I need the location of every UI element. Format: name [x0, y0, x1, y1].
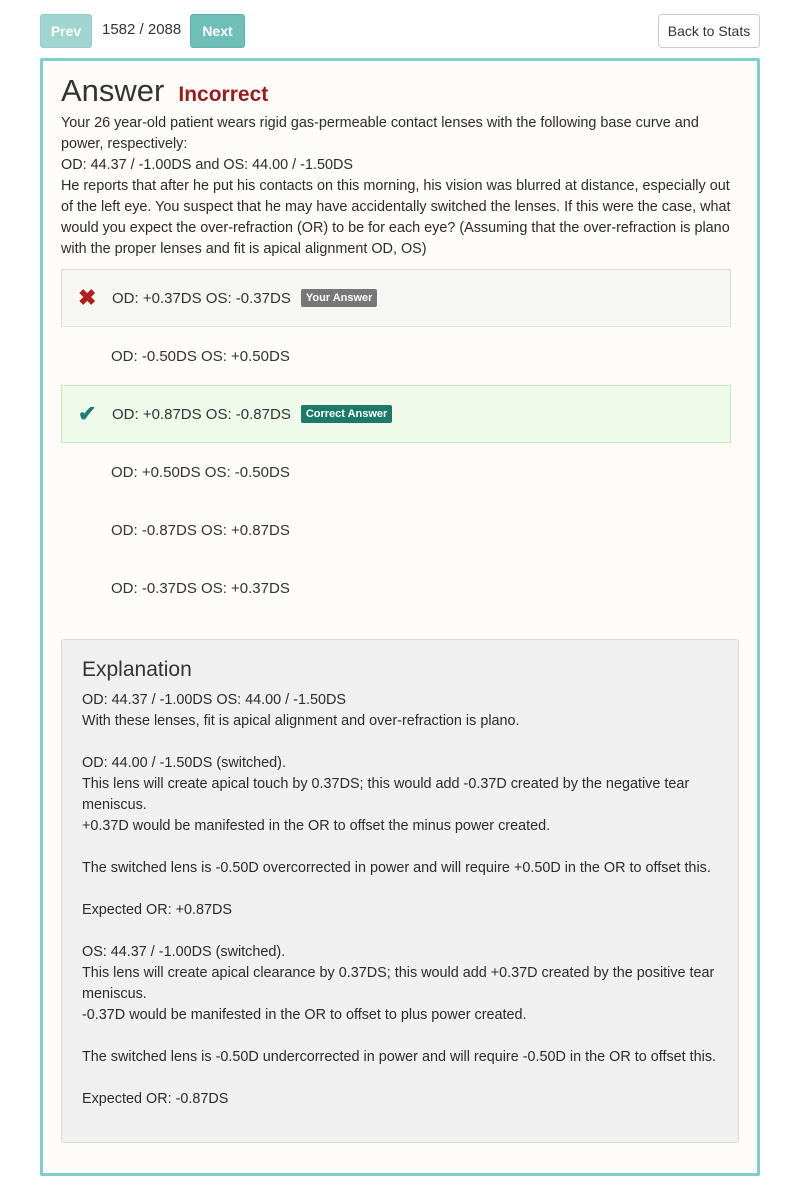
explanation-line: The switched lens is -0.50D overcorrecte… [82, 860, 711, 876]
x-icon: ✖ [78, 285, 97, 310]
option-text: OD: -0.87DS OS: +0.87DS [111, 521, 290, 539]
explanation-line: OD: 44.37 / -1.00DS OS: 44.00 / -1.50DS [82, 692, 346, 708]
explanation-line: Expected OR: -0.87DS [82, 1091, 229, 1107]
next-button[interactable]: Next [190, 14, 245, 48]
option-your-answer[interactable]: ✖ OD: +0.37DS OS: -0.37DS Your Answer [61, 269, 731, 327]
option-item[interactable]: OD: +0.50DS OS: -0.50DS [61, 443, 731, 501]
option-correct-answer[interactable]: ✔ OD: +0.87DS OS: -0.87DS Correct Answer [61, 385, 731, 443]
explanation-line [82, 921, 718, 942]
answer-card: Answer Incorrect Your 26 year-old patien… [40, 58, 760, 1176]
explanation-line [82, 879, 718, 900]
option-item[interactable]: OD: -0.37DS OS: +0.37DS [61, 559, 731, 617]
result-status: Incorrect [178, 83, 269, 106]
explanation-body: OD: 44.37 / -1.00DS OS: 44.00 / -1.50DS … [82, 690, 718, 1110]
answer-title: Answer [61, 73, 165, 108]
explanation-line: +0.37D would be manifested in the OR to … [82, 818, 551, 834]
your-answer-badge: Your Answer [300, 289, 378, 307]
explanation-line: OD: 44.00 / -1.50DS (switched). [82, 755, 286, 771]
option-item[interactable]: OD: -0.87DS OS: +0.87DS [61, 501, 731, 559]
explanation-line [82, 1068, 718, 1089]
explanation-line: OS: 44.37 / -1.00DS (switched). [82, 944, 286, 960]
correct-answer-badge: Correct Answer [300, 405, 393, 423]
explanation-line: This lens will create apical clearance b… [82, 965, 715, 1002]
explanation-line [82, 732, 718, 753]
explanation-panel: Explanation OD: 44.37 / -1.00DS OS: 44.0… [61, 639, 739, 1143]
option-item[interactable]: OD: -0.50DS OS: +0.50DS [61, 327, 731, 385]
top-navigation: Prev 1582 / 2088 Next Back to Stats [0, 0, 800, 58]
option-text: OD: +0.50DS OS: -0.50DS [111, 463, 290, 481]
explanation-line: -0.37D would be manifested in the OR to … [82, 1007, 527, 1023]
prev-button[interactable]: Prev [40, 14, 92, 48]
option-text: OD: -0.50DS OS: +0.50DS [111, 347, 290, 365]
explanation-line: Expected OR: +0.87DS [82, 902, 232, 918]
question-line: Your 26 year-old patient wears rigid gas… [61, 115, 699, 152]
answer-options: ✖ OD: +0.37DS OS: -0.37DS Your Answer OD… [61, 269, 731, 617]
back-to-stats-button[interactable]: Back to Stats [658, 14, 760, 48]
explanation-line: The switched lens is -0.50D undercorrect… [82, 1049, 717, 1065]
explanation-line [82, 1026, 718, 1047]
answer-heading: Answer Incorrect [61, 73, 268, 109]
option-text: OD: -0.37DS OS: +0.37DS [111, 579, 290, 597]
explanation-line: With these lenses, fit is apical alignme… [82, 713, 520, 729]
explanation-line [82, 837, 718, 858]
option-text: OD: +0.87DS OS: -0.87DS [112, 405, 291, 423]
question-counter: 1582 / 2088 [102, 21, 182, 38]
explanation-line: This lens will create apical touch by 0.… [82, 776, 690, 813]
question-line: He reports that after he put his contact… [61, 178, 731, 257]
question-text: Your 26 year-old patient wears rigid gas… [61, 113, 741, 260]
option-text: OD: +0.37DS OS: -0.37DS [112, 289, 291, 307]
check-icon: ✔ [78, 401, 97, 426]
question-line: OD: 44.37 / -1.00DS and OS: 44.00 / -1.5… [61, 157, 353, 173]
explanation-title: Explanation [82, 658, 192, 681]
